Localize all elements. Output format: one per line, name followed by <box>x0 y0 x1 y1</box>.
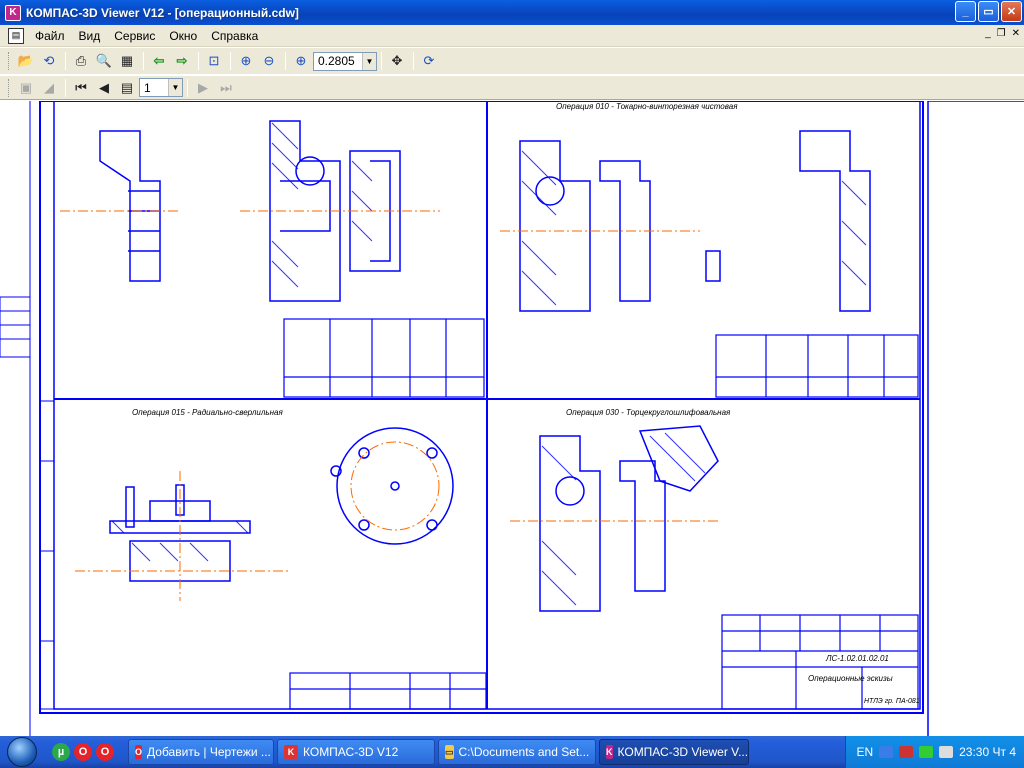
zoom-out-icon[interactable]: ⊖ <box>258 50 280 72</box>
zoom-value: 0.2805 <box>318 54 355 68</box>
toolbar-separator <box>65 52 66 70</box>
close-button[interactable]: ✕ <box>1001 1 1022 22</box>
chevron-down-icon[interactable]: ▼ <box>168 79 182 96</box>
language-indicator[interactable]: EN <box>856 745 873 759</box>
zoom-in-icon[interactable]: ⊕ <box>235 50 257 72</box>
task-kompas-viewer[interactable]: K КОМПАС-3D Viewer V... <box>599 739 749 765</box>
opera-icon[interactable]: O <box>96 743 114 761</box>
utorrent-icon[interactable]: µ <box>52 743 70 761</box>
kompas-app-icon[interactable]: K <box>5 4 21 21</box>
quick-launch: µ O O <box>52 743 114 761</box>
main-toolbar: 📂 ⟲ ⎙ 🔍 ▦ ⇦ ⇨ ⊡ ⊕ ⊖ ⊕ 0.2805 ▼ ✥ ⟳ <box>0 48 1024 74</box>
minimize-button[interactable]: _ <box>955 1 976 22</box>
op-030-title: Операция 030 - Торцекруглошлифовальная <box>566 408 731 417</box>
kompas-viewer-icon: K <box>606 745 613 759</box>
network-icon[interactable] <box>879 746 894 758</box>
pan-move-icon[interactable]: ✥ <box>386 50 408 72</box>
windows-orb-icon <box>7 737 37 767</box>
clock[interactable]: 23:30 Чт 4 <box>959 745 1016 759</box>
opera-icon: O <box>135 745 143 759</box>
menu-window[interactable]: Окно <box>162 26 204 46</box>
eraser-icon[interactable]: ◢ <box>38 77 60 99</box>
page-combo[interactable]: 1 ▼ <box>139 78 183 97</box>
document-icon[interactable]: ▤ <box>8 27 24 44</box>
stamp-group: НТЛЭ гр. ПА-081 <box>864 698 920 705</box>
menu-file[interactable]: Файл <box>28 26 72 46</box>
forward-arrow-icon[interactable]: ⇨ <box>171 50 193 72</box>
drawing-canvas[interactable]: Операция 010 - Токарно-винторезная чисто… <box>0 101 1024 736</box>
mdi-minimize-button[interactable]: _ <box>985 28 991 39</box>
task-label: Добавить | Чертежи ... <box>147 745 271 759</box>
toolbar-separator <box>230 52 231 70</box>
task-kompas[interactable]: K КОМПАС-3D V12 <box>277 739 435 765</box>
task-explorer[interactable]: ▭ C:\Documents and Set... <box>438 739 596 765</box>
op-015-title: Операция 015 - Радиально-сверлильная <box>132 408 283 417</box>
zoom-window-icon[interactable]: ⊡ <box>203 50 225 72</box>
menu-help[interactable]: Справка <box>204 26 265 46</box>
flag-icon[interactable] <box>899 746 914 758</box>
print-preview-icon[interactable]: 🔍 <box>93 50 115 72</box>
zoom-combo[interactable]: 0.2805 ▼ <box>313 51 377 71</box>
task-label: КОМПАС-3D V12 <box>303 745 399 759</box>
menu-bar: ▤ Файл Вид Сервис Окно Справка _ ❐ ✕ <box>0 25 1024 47</box>
toolbar-separator <box>381 52 382 70</box>
redraw-icon[interactable]: ⟳ <box>418 50 440 72</box>
mdi-restore-button[interactable]: ❐ <box>997 28 1006 39</box>
cad-drawing-sheet: Операция 010 - Токарно-винторезная чисто… <box>0 101 1024 736</box>
task-label: КОМПАС-3D Viewer V... <box>617 745 749 759</box>
layers-icon[interactable]: ▣ <box>15 77 37 99</box>
stamp-code: ЛС-1.02.01.02.01 <box>825 654 889 663</box>
toolbar-separator <box>187 78 188 97</box>
open-folder-icon[interactable]: 📂 <box>15 50 37 72</box>
page-setup-icon[interactable]: ▦ <box>116 50 138 72</box>
chevron-down-icon[interactable]: ▼ <box>362 52 376 70</box>
print-icon[interactable]: ⎙ <box>70 50 92 72</box>
next-page-icon[interactable]: ▶ <box>192 77 214 99</box>
menu-view[interactable]: Вид <box>72 26 108 46</box>
back-arrow-icon[interactable]: ⇦ <box>148 50 170 72</box>
system-tray: EN 23:30 Чт 4 <box>845 736 1024 768</box>
toolbar-separator <box>198 52 199 70</box>
maximize-button[interactable]: ▭ <box>978 1 999 22</box>
toolbar-separator <box>65 78 66 97</box>
window-title: КОМПАС-3D Viewer V12 - [операционный.cdw… <box>26 5 299 20</box>
page-list-icon[interactable]: ▤ <box>116 77 138 99</box>
toolbar-separator <box>143 52 144 70</box>
previous-page-icon[interactable]: ◀ <box>93 77 115 99</box>
nvidia-icon[interactable] <box>919 746 934 758</box>
stamp-title: Операционные эскизы <box>808 674 893 683</box>
windows-taskbar: µ O O O Добавить | Чертежи ... K КОМПАС-… <box>0 736 1024 768</box>
start-button[interactable] <box>0 736 44 768</box>
toolbar-grip[interactable] <box>8 78 11 97</box>
view-toolbar: ▣ ◢ ⏮ ◀ ▤ 1 ▼ ▶ ⏭ <box>0 76 1024 100</box>
toolbar-grip[interactable] <box>8 52 11 70</box>
opera-icon[interactable]: O <box>74 743 92 761</box>
last-page-icon[interactable]: ⏭ <box>215 77 237 99</box>
zoom-scale-icon[interactable]: ⊕ <box>290 50 312 72</box>
page-number: 1 <box>144 80 151 95</box>
refresh-document-icon[interactable]: ⟲ <box>38 50 60 72</box>
volume-icon[interactable] <box>939 746 954 758</box>
title-bar: K КОМПАС-3D Viewer V12 - [операционный.c… <box>0 0 1024 25</box>
toolbar-separator <box>285 52 286 70</box>
task-opera[interactable]: O Добавить | Чертежи ... <box>128 739 274 765</box>
op-010-title: Операция 010 - Токарно-винторезная чисто… <box>556 102 738 111</box>
folder-icon: ▭ <box>445 745 454 759</box>
task-label: C:\Documents and Set... <box>458 745 590 759</box>
first-page-icon[interactable]: ⏮ <box>70 77 92 99</box>
menu-service[interactable]: Сервис <box>107 26 162 46</box>
kompas-icon: K <box>284 745 298 759</box>
toolbar-separator <box>413 52 414 70</box>
mdi-close-button[interactable]: ✕ <box>1012 28 1020 39</box>
